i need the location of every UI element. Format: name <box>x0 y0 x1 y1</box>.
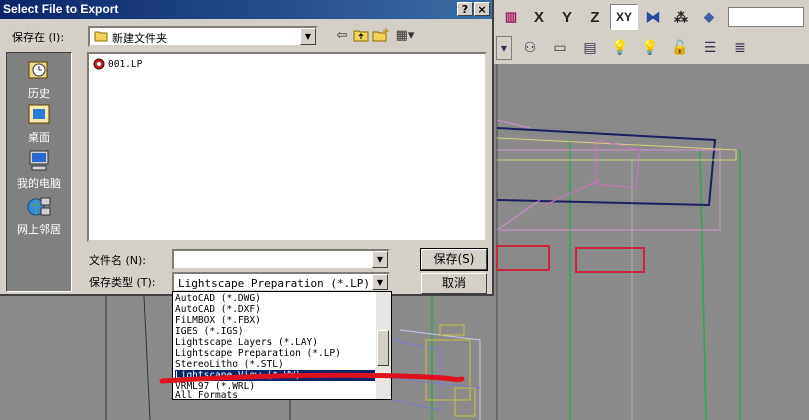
history-icon <box>28 61 48 79</box>
place-label: 桌面 <box>28 131 50 144</box>
dropdown-scrollbar[interactable] <box>376 292 391 399</box>
list-item[interactable]: 001.LP <box>93 58 142 70</box>
layer-stack-icon[interactable]: ☰ <box>698 37 722 59</box>
close-button[interactable]: × <box>474 2 490 16</box>
view-menu-icon[interactable]: ▦▾ <box>394 28 416 44</box>
place-label: 历史 <box>28 87 50 100</box>
filetype-dropdown[interactable]: Lightscape Preparation (*.LP) ▼ <box>172 272 390 292</box>
filetype-option[interactable]: FiLMBOX (*.FBX) <box>175 315 375 326</box>
file-name: 001.LP <box>108 58 143 70</box>
axis-xy-button[interactable]: XY <box>610 4 638 30</box>
save-in-value: 新建文件夹 <box>112 32 167 45</box>
chevron-down-icon[interactable]: ▼ <box>300 28 316 45</box>
filetype-label: 保存类型 (T): <box>89 276 156 289</box>
toolbar-input[interactable] <box>728 7 804 27</box>
main-toolbar: ▥ X Y Z XY ⧓ ⁂ ◆ ▼ ⚇ ▭ ▤ 💡 💡 🔓 ☰ ≣ <box>492 0 809 64</box>
axis-x-button[interactable]: X <box>526 5 552 29</box>
save-in-label: 保存在 (I): <box>12 31 65 44</box>
filetype-options-list[interactable]: AutoCAD (*.DWG) AutoCAD (*.DXF) FiLMBOX … <box>172 291 392 400</box>
filetype-option[interactable]: IGES (*.IGS) <box>175 326 375 337</box>
dropdown-arrow-icon[interactable]: ▼ <box>496 36 512 60</box>
schematic-icon[interactable]: ⚇ <box>518 37 542 59</box>
desktop-icon <box>28 104 50 124</box>
save-button[interactable]: 保存(S) <box>420 248 488 271</box>
cancel-button[interactable]: 取消 <box>421 273 487 294</box>
light-on-icon[interactable]: 💡 <box>608 37 632 59</box>
axis-y-button[interactable]: Y <box>554 5 580 29</box>
place-history[interactable]: 历史 <box>7 59 71 101</box>
filetype-option[interactable]: Lightscape Preparation (*.LP) <box>175 348 375 359</box>
lp-file-icon <box>93 58 105 70</box>
place-network[interactable]: 网上邻居 <box>7 195 71 237</box>
filetype-option-selected[interactable]: Lightscape View (*.VW) <box>175 370 375 381</box>
help-button[interactable]: ? <box>457 2 473 16</box>
dialog-title: Select File to Export <box>3 2 119 16</box>
place-my-computer[interactable]: 我的电脑 <box>7 149 71 191</box>
export-dialog: Select File to Export ? × 保存在 (I): 新建文件夹… <box>0 0 494 296</box>
chevron-down-icon[interactable]: ▼ <box>372 274 388 290</box>
place-label: 我的电脑 <box>17 177 61 190</box>
dialog-titlebar[interactable]: Select File to Export ? × <box>0 0 492 19</box>
mirror-icon[interactable]: ⧓ <box>640 5 666 29</box>
file-list[interactable]: 001.LP <box>87 52 487 242</box>
save-in-dropdown[interactable]: 新建文件夹 ▼ <box>88 26 318 47</box>
back-arrow-icon[interactable]: ⇦ <box>333 28 351 44</box>
layer-tools-icon[interactable]: ▤ <box>578 37 602 59</box>
unlock-icon[interactable]: 🔓 <box>668 37 692 59</box>
filetype-option[interactable]: AutoCAD (*.DXF) <box>175 304 375 315</box>
eraser-icon[interactable]: ◆ <box>696 5 722 29</box>
filetype-option[interactable]: Lightscape Layers (*.LAY) <box>175 337 375 348</box>
layer-icon[interactable]: ▭ <box>548 37 572 59</box>
axis-z-button[interactable]: Z <box>582 5 608 29</box>
layers-manager-icon[interactable]: ≣ <box>728 37 752 59</box>
places-bar: 历史 桌面 我的电脑 网上邻居 <box>6 52 72 292</box>
folder-icon <box>94 30 108 45</box>
my-computer-icon <box>29 150 49 171</box>
new-folder-icon[interactable] <box>372 28 390 44</box>
chevron-down-icon[interactable]: ▼ <box>372 251 388 268</box>
filename-label: 文件名 (N): <box>89 254 147 267</box>
filetype-value: Lightscape Preparation (*.LP) <box>178 277 371 290</box>
window-icon[interactable]: ▥ <box>498 5 524 29</box>
up-folder-icon[interactable] <box>352 28 370 44</box>
light-bulb-icon[interactable]: 💡 <box>638 37 662 59</box>
array-icon[interactable]: ⁂ <box>668 5 694 29</box>
place-label: 网上邻居 <box>17 223 61 236</box>
place-desktop[interactable]: 桌面 <box>7 103 71 145</box>
filetype-option[interactable]: StereoLitho (*.STL) <box>175 359 375 370</box>
scrollbar-thumb[interactable] <box>377 330 389 366</box>
filetype-option[interactable]: AutoCAD (*.DWG) <box>175 293 375 304</box>
filetype-option[interactable]: All Formats <box>175 390 375 399</box>
network-icon <box>27 197 51 216</box>
filename-input[interactable]: ▼ <box>172 249 390 270</box>
